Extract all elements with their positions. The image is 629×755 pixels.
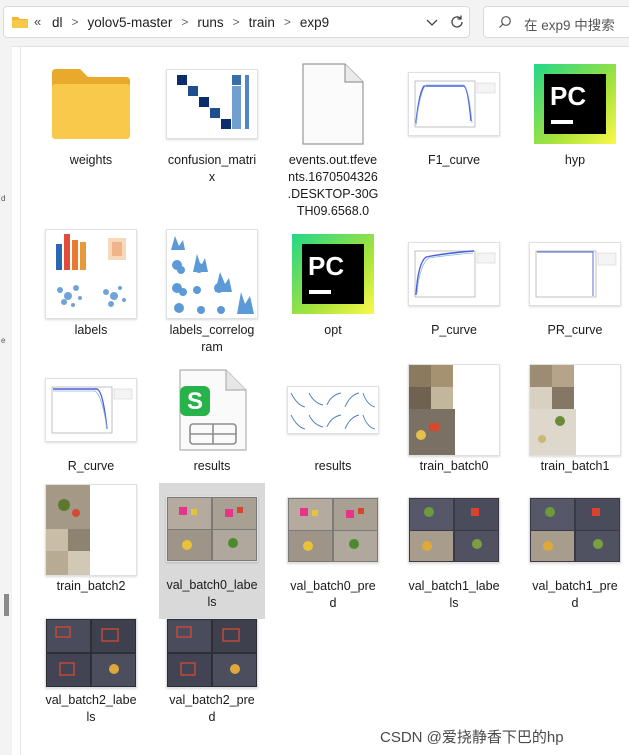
file-name: events.out.tfeve nts.1670504326 .DESKTOP… [287, 153, 379, 218]
file-name: train_batch1 [540, 459, 610, 473]
svg-text:PC: PC [550, 81, 586, 111]
back-chevron-icon[interactable]: « [34, 14, 41, 29]
chevron-down-icon[interactable] [424, 13, 440, 31]
file-name: val_batch1_pre d [532, 579, 618, 610]
file-name: results [193, 459, 231, 473]
chevron-right-icon: > [232, 15, 240, 29]
labels-thumbnail [45, 229, 137, 319]
file-item-weights[interactable]: weights [39, 58, 143, 169]
search-icon [499, 16, 511, 28]
nav-mark: d [1, 194, 6, 203]
document-icon [302, 63, 364, 145]
pycharm-icon: PC [534, 64, 616, 144]
address-bar[interactable]: « dl > yolov5-master > runs > train > ex… [3, 6, 470, 38]
refresh-icon[interactable] [448, 13, 466, 31]
train-batch0-thumbnail [408, 364, 500, 456]
file-item-opt[interactable]: PC opt [281, 228, 385, 339]
breadcrumb-dl[interactable]: dl [52, 15, 63, 30]
file-name: val_batch0_pre d [290, 579, 376, 610]
breadcrumb-train[interactable]: train [249, 15, 275, 30]
file-item-f1-curve[interactable]: F1_curve [402, 58, 506, 169]
val-batch1-labels-thumbnail [408, 497, 500, 563]
file-item-val-batch1-pred[interactable]: val_batch1_pre d [523, 484, 627, 612]
val-batch1-pred-thumbnail [529, 497, 621, 563]
train-batch1-thumbnail [529, 364, 621, 456]
val-batch0-labels-thumbnail [166, 496, 258, 562]
file-item-train-batch1[interactable]: train_batch1 [523, 364, 627, 475]
file-item-results-png[interactable]: results [281, 364, 385, 475]
file-name: R_curve [67, 459, 115, 473]
file-name: F1_curve [427, 153, 481, 167]
file-item-val-batch1-labels[interactable]: val_batch1_labe ls [402, 484, 506, 612]
breadcrumb-yolov5-master[interactable]: yolov5-master [88, 15, 173, 30]
file-item-train-batch0[interactable]: train_batch0 [402, 364, 506, 475]
file-name: hyp [564, 153, 586, 167]
pr-curve-thumbnail [529, 242, 621, 306]
chevron-right-icon: > [181, 15, 189, 29]
file-item-events[interactable]: events.out.tfeve nts.1670504326 .DESKTOP… [281, 58, 385, 220]
search-box[interactable]: 在 exp9 中搜索 [483, 6, 629, 38]
watermark: CSDN @爱挠静香下巴的hp [380, 729, 564, 746]
r-curve-thumbnail [45, 378, 137, 442]
file-item-labels-correlogram[interactable]: labels_correlog ram [160, 228, 264, 356]
file-name: val_batch2_labe ls [45, 693, 137, 724]
nav-mark: e [1, 336, 6, 345]
file-name: P_curve [431, 323, 477, 337]
file-name: val_batch0_labe ls [166, 578, 258, 609]
toolbar: « dl > yolov5-master > runs > train > ex… [0, 0, 629, 47]
file-item-pr-curve[interactable]: PR_curve [523, 228, 627, 339]
svg-text:PC: PC [308, 251, 344, 281]
folder-icon [12, 17, 28, 28]
file-item-val-batch2-pred[interactable]: val_batch2_pre d [160, 616, 264, 726]
file-name: opt [324, 323, 342, 337]
file-item-confusion-matrix[interactable]: confusion_matri x [160, 58, 264, 186]
f1-curve-thumbnail [408, 72, 500, 136]
file-item-r-curve[interactable]: R_curve [39, 364, 143, 475]
pycharm-icon: PC [292, 234, 374, 314]
file-item-train-batch2[interactable]: train_batch2 [39, 484, 143, 595]
spreadsheet-icon: S [179, 369, 247, 451]
navigation-pane-edge: d e [0, 46, 12, 755]
chevron-right-icon: > [283, 15, 291, 29]
val-batch0-pred-thumbnail [287, 497, 379, 563]
svg-text:S: S [187, 388, 203, 415]
breadcrumb: dl > yolov5-master > runs > train > exp9 [52, 7, 329, 37]
file-item-val-batch0-labels[interactable]: val_batch0_labe ls [159, 483, 265, 619]
file-name: train_batch2 [56, 579, 126, 593]
file-item-p-curve[interactable]: P_curve [402, 228, 506, 339]
scrollbar-thumb[interactable] [4, 594, 9, 616]
train-batch2-thumbnail [45, 484, 137, 576]
file-name: train_batch0 [419, 459, 489, 473]
file-name: weights [69, 153, 113, 167]
file-item-labels[interactable]: labels [39, 228, 143, 339]
file-name: val_batch1_labe ls [408, 579, 500, 610]
file-name: labels_correlog ram [169, 323, 255, 354]
confusion-matrix-thumbnail [166, 69, 258, 139]
file-name: labels [74, 323, 108, 337]
file-name: confusion_matri x [167, 153, 257, 184]
breadcrumb-exp9[interactable]: exp9 [300, 15, 329, 30]
file-item-results-csv[interactable]: S results [160, 364, 264, 475]
val-batch2-labels-thumbnail [45, 618, 137, 688]
file-name: PR_curve [547, 323, 603, 337]
file-item-hyp[interactable]: PC hyp [523, 58, 627, 169]
search-placeholder: 在 exp9 中搜索 [524, 18, 615, 33]
breadcrumb-runs[interactable]: runs [197, 15, 223, 30]
correlogram-thumbnail [166, 229, 258, 319]
file-name: results [314, 459, 352, 473]
file-item-val-batch2-labels[interactable]: val_batch2_labe ls [39, 616, 143, 726]
chevron-right-icon: > [71, 15, 79, 29]
p-curve-thumbnail [408, 242, 500, 306]
val-batch2-pred-thumbnail [166, 618, 258, 688]
file-name: val_batch2_pre d [169, 693, 255, 724]
folder-icon [46, 58, 136, 150]
file-item-val-batch0-pred[interactable]: val_batch0_pre d [281, 484, 385, 612]
results-thumbnail [287, 386, 379, 434]
pane-divider [20, 46, 21, 755]
